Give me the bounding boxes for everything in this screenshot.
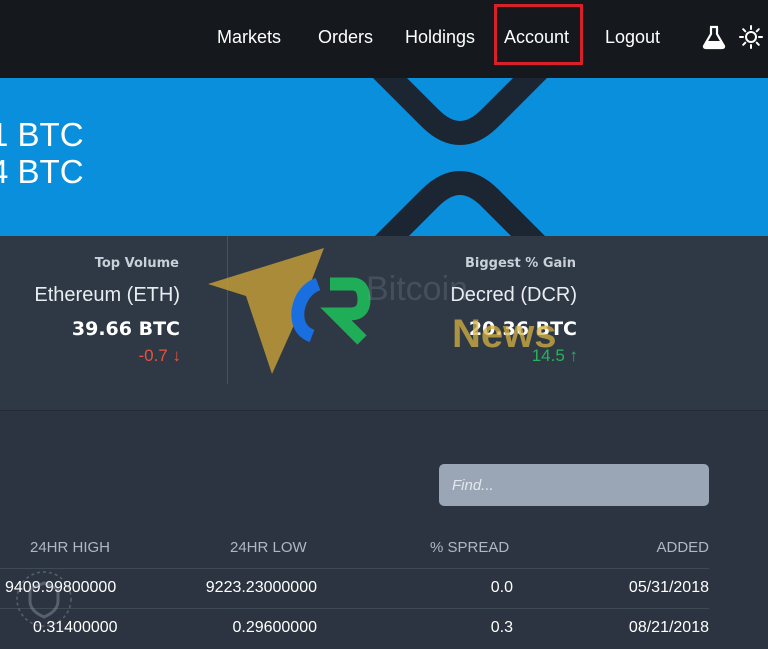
column-added[interactable]: ADDED: [656, 539, 709, 556]
top-volume-change: -0.7 ↓: [138, 346, 181, 365]
market-search-input[interactable]: [439, 464, 709, 506]
column-24hr-low[interactable]: 24HR LOW: [230, 539, 307, 556]
cell-low: 9223.23000000: [205, 579, 317, 596]
biggest-gain-label: Biggest % Gain: [465, 256, 576, 271]
biggest-gain-name[interactable]: Decred (DCR): [450, 284, 577, 307]
cell-spread: 0.0: [490, 579, 513, 596]
column-spread[interactable]: % SPREAD: [430, 539, 509, 556]
top-volume-value: 39.66 BTC: [71, 318, 180, 340]
cell-spread: 0.3: [490, 619, 513, 636]
market-stats: Top Volume Ethereum (ETH) 39.66 BTC -0.7…: [0, 236, 768, 411]
column-24hr-high[interactable]: 24HR HIGH: [30, 539, 110, 556]
banner-line-1: 1 BTC: [0, 116, 84, 153]
account-highlight-box: [494, 4, 583, 65]
sun-icon[interactable]: [738, 24, 764, 50]
nav-markets[interactable]: Markets: [217, 22, 281, 52]
header-divider: [0, 568, 709, 569]
flask-icon[interactable]: [701, 24, 727, 50]
protection-badge-icon: [16, 571, 72, 627]
cell-added: 08/21/2018: [628, 619, 709, 636]
nav-orders[interactable]: Orders: [318, 22, 373, 52]
top-nav: Markets Orders Holdings Account Logout: [0, 0, 768, 78]
row-divider: [0, 608, 709, 609]
top-volume-label: Top Volume: [94, 256, 179, 271]
watermark-logo-icon: [208, 248, 371, 374]
cell-low: 0.29600000: [232, 619, 317, 636]
top-volume-name[interactable]: Ethereum (ETH): [34, 284, 180, 307]
watermark-text-bitcoin: Bitcoin: [366, 270, 469, 308]
banner-line-2: 4 BTC: [0, 153, 84, 190]
cell-added: 05/31/2018: [628, 579, 709, 596]
xrp-logo-icon: [373, 78, 547, 236]
market-table: 24HR HIGH 24HR LOW % SPREAD ADDED 9409.9…: [0, 411, 768, 649]
nav-holdings[interactable]: Holdings: [405, 22, 475, 52]
hero-banner: 1 BTC 4 BTC: [0, 78, 768, 236]
watermark-text-news: News: [452, 312, 557, 356]
nav-logout[interactable]: Logout: [605, 22, 660, 52]
